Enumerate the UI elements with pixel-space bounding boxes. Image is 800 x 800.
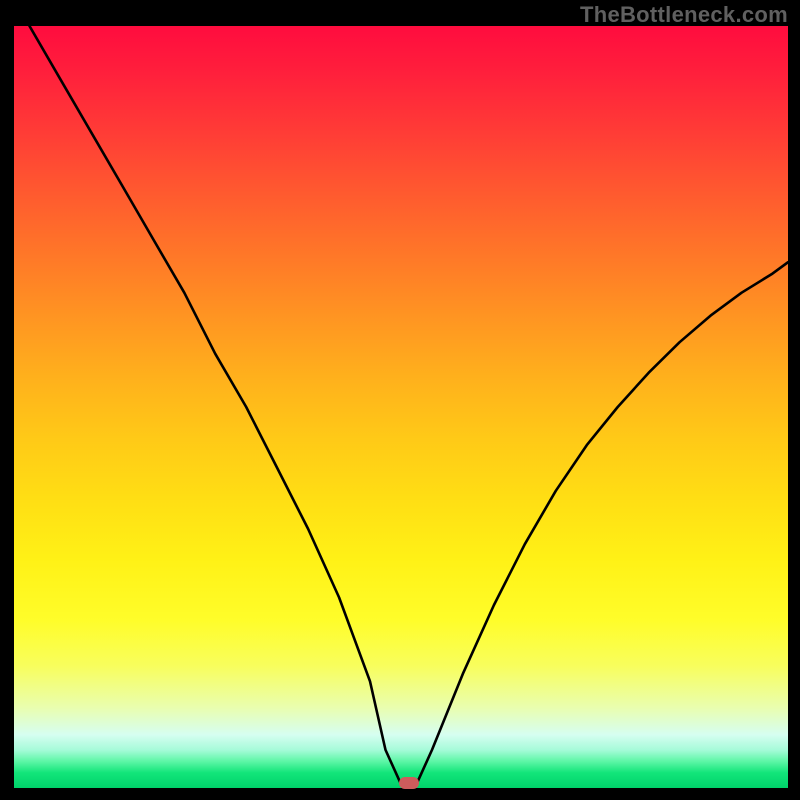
watermark-text: TheBottleneck.com (580, 2, 788, 28)
bottleneck-curve (14, 26, 788, 788)
chart-frame: TheBottleneck.com (0, 0, 800, 800)
optimal-point-marker (399, 777, 419, 789)
plot-area (14, 26, 788, 788)
